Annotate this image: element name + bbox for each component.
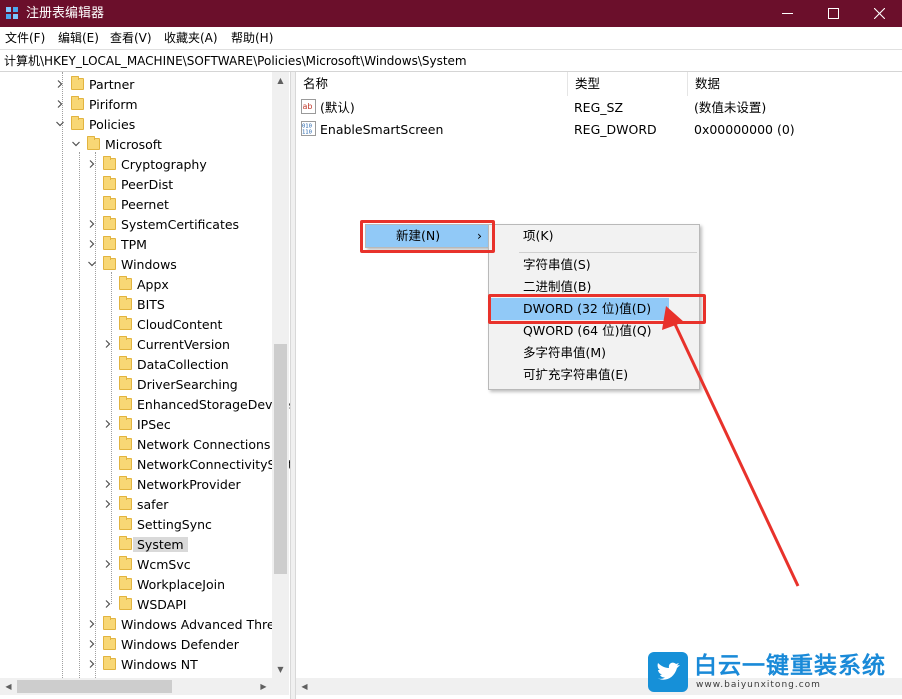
- watermark-logo: 白云一键重装系统 www.baiyunxitong.com: [648, 652, 898, 697]
- watermark-brand: 白云一键重装系统: [694, 653, 886, 679]
- watermark-url: www.baiyunxitong.com: [696, 680, 821, 690]
- annotation-arrow: [662, 306, 800, 587]
- twitter-bird-icon: [648, 652, 688, 692]
